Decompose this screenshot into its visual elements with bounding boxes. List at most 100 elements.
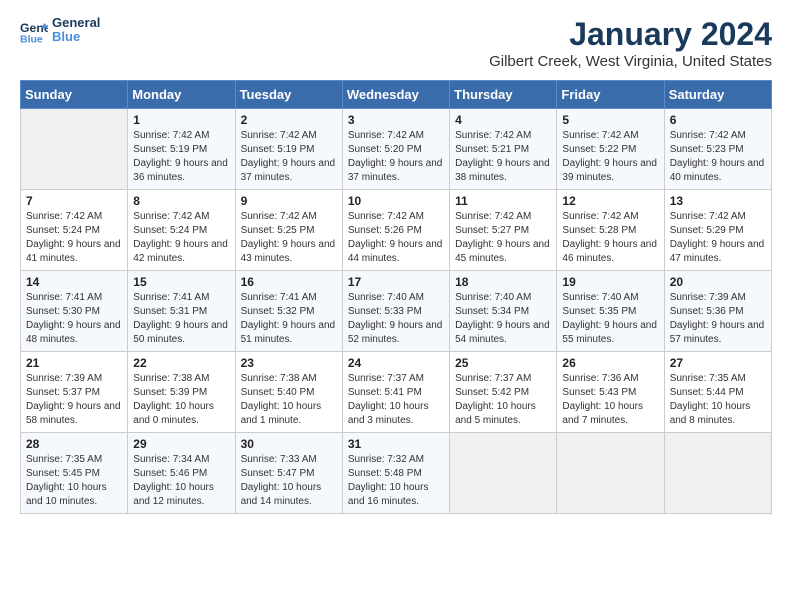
day-number: 12: [562, 194, 658, 208]
day-number: 15: [133, 275, 229, 289]
calendar-cell: 27 Sunrise: 7:35 AM Sunset: 5:44 PM Dayli…: [664, 352, 771, 433]
column-header-friday: Friday: [557, 81, 664, 109]
day-number: 16: [241, 275, 337, 289]
calendar-cell: [557, 433, 664, 514]
day-info: Sunrise: 7:35 AM Sunset: 5:44 PM Dayligh…: [670, 372, 766, 428]
calendar-cell: 2 Sunrise: 7:42 AM Sunset: 5:19 PM Daylig…: [235, 109, 342, 190]
logo-icon: General Blue: [20, 16, 48, 44]
day-info: Sunrise: 7:36 AM Sunset: 5:43 PM Dayligh…: [562, 372, 658, 428]
day-number: 19: [562, 275, 658, 289]
calendar-cell: 30Sunrise: 7:33 AM Sunset: 5:47 PM Dayli…: [235, 433, 342, 514]
calendar-cell: 12 Sunrise: 7:42 AM Sunset: 5:28 PM Dayli…: [557, 190, 664, 271]
calendar-cell: 21 Sunrise: 7:39 AM Sunset: 5:37 PM Dayli…: [21, 352, 128, 433]
calendar-cell: [450, 433, 557, 514]
day-number: 29: [133, 437, 229, 451]
day-info: Sunrise: 7:38 AM Sunset: 5:40 PM Dayligh…: [241, 372, 337, 428]
column-header-wednesday: Wednesday: [342, 81, 449, 109]
day-number: 30: [241, 437, 337, 451]
day-info: Sunrise: 7:41 AM Sunset: 5:31 PM Dayligh…: [133, 291, 229, 347]
day-info: Sunrise: 7:42 AM Sunset: 5:19 PM Dayligh…: [241, 129, 337, 185]
day-info: Sunrise: 7:40 AM Sunset: 5:33 PM Dayligh…: [348, 291, 444, 347]
day-number: 28: [26, 437, 122, 451]
header: General Blue General Blue January 2024 G…: [20, 16, 772, 70]
day-number: 27: [670, 356, 766, 370]
calendar-cell: 18Sunrise: 7:40 AM Sunset: 5:34 PM Dayli…: [450, 271, 557, 352]
day-info: Sunrise: 7:38 AM Sunset: 5:39 PM Dayligh…: [133, 372, 229, 428]
calendar-cell: 6 Sunrise: 7:42 AM Sunset: 5:23 PM Daylig…: [664, 109, 771, 190]
title-area: January 2024 Gilbert Creek, West Virgini…: [489, 16, 772, 70]
calendar-cell: 15 Sunrise: 7:41 AM Sunset: 5:31 PM Dayli…: [128, 271, 235, 352]
calendar-cell: 14 Sunrise: 7:41 AM Sunset: 5:30 PM Dayli…: [21, 271, 128, 352]
day-info: Sunrise: 7:40 AM Sunset: 5:34 PM Dayligh…: [455, 291, 551, 347]
calendar-cell: 11Sunrise: 7:42 AM Sunset: 5:27 PM Dayli…: [450, 190, 557, 271]
day-info: Sunrise: 7:42 AM Sunset: 5:27 PM Dayligh…: [455, 210, 551, 266]
day-info: Sunrise: 7:41 AM Sunset: 5:32 PM Dayligh…: [241, 291, 337, 347]
day-number: 21: [26, 356, 122, 370]
day-info: Sunrise: 7:37 AM Sunset: 5:42 PM Dayligh…: [455, 372, 551, 428]
day-info: Sunrise: 7:42 AM Sunset: 5:22 PM Dayligh…: [562, 129, 658, 185]
day-info: Sunrise: 7:42 AM Sunset: 5:23 PM Dayligh…: [670, 129, 766, 185]
calendar-cell: 28 Sunrise: 7:35 AM Sunset: 5:45 PM Dayli…: [21, 433, 128, 514]
day-number: 24: [348, 356, 444, 370]
day-number: 2: [241, 113, 337, 127]
calendar-cell: 1 Sunrise: 7:42 AM Sunset: 5:19 PM Daylig…: [128, 109, 235, 190]
calendar-cell: 29 Sunrise: 7:34 AM Sunset: 5:46 PM Dayli…: [128, 433, 235, 514]
calendar-cell: [21, 109, 128, 190]
calendar-cell: 19 Sunrise: 7:40 AM Sunset: 5:35 PM Dayli…: [557, 271, 664, 352]
day-info: Sunrise: 7:41 AM Sunset: 5:30 PM Dayligh…: [26, 291, 122, 347]
day-info: Sunrise: 7:42 AM Sunset: 5:24 PM Dayligh…: [26, 210, 122, 266]
day-number: 22: [133, 356, 229, 370]
day-info: Sunrise: 7:35 AM Sunset: 5:45 PM Dayligh…: [26, 453, 122, 509]
calendar-body: 1 Sunrise: 7:42 AM Sunset: 5:19 PM Daylig…: [21, 109, 772, 514]
calendar-week-5: 28 Sunrise: 7:35 AM Sunset: 5:45 PM Dayli…: [21, 433, 772, 514]
calendar-cell: 4Sunrise: 7:42 AM Sunset: 5:21 PM Daylig…: [450, 109, 557, 190]
calendar-cell: 7 Sunrise: 7:42 AM Sunset: 5:24 PM Daylig…: [21, 190, 128, 271]
calendar-cell: 17 Sunrise: 7:40 AM Sunset: 5:33 PM Dayli…: [342, 271, 449, 352]
column-header-sunday: Sunday: [21, 81, 128, 109]
day-number: 26: [562, 356, 658, 370]
day-number: 17: [348, 275, 444, 289]
calendar-cell: 31 Sunrise: 7:32 AM Sunset: 5:48 PM Dayli…: [342, 433, 449, 514]
day-number: 10: [348, 194, 444, 208]
calendar-cell: 20Sunrise: 7:39 AM Sunset: 5:36 PM Dayli…: [664, 271, 771, 352]
day-info: Sunrise: 7:34 AM Sunset: 5:46 PM Dayligh…: [133, 453, 229, 509]
calendar-cell: 9 Sunrise: 7:42 AM Sunset: 5:25 PM Daylig…: [235, 190, 342, 271]
calendar-cell: 22 Sunrise: 7:38 AM Sunset: 5:39 PM Dayli…: [128, 352, 235, 433]
calendar-cell: 24 Sunrise: 7:37 AM Sunset: 5:41 PM Dayli…: [342, 352, 449, 433]
day-info: Sunrise: 7:32 AM Sunset: 5:48 PM Dayligh…: [348, 453, 444, 509]
day-number: 13: [670, 194, 766, 208]
calendar-cell: 13 Sunrise: 7:42 AM Sunset: 5:29 PM Dayli…: [664, 190, 771, 271]
calendar-cell: 25Sunrise: 7:37 AM Sunset: 5:42 PM Dayli…: [450, 352, 557, 433]
day-number: 1: [133, 113, 229, 127]
calendar-cell: 8Sunrise: 7:42 AM Sunset: 5:24 PM Daylig…: [128, 190, 235, 271]
calendar-cell: 5Sunrise: 7:42 AM Sunset: 5:22 PM Daylig…: [557, 109, 664, 190]
day-number: 7: [26, 194, 122, 208]
day-info: Sunrise: 7:42 AM Sunset: 5:19 PM Dayligh…: [133, 129, 229, 185]
calendar-table: SundayMondayTuesdayWednesdayThursdayFrid…: [20, 80, 772, 514]
day-info: Sunrise: 7:39 AM Sunset: 5:37 PM Dayligh…: [26, 372, 122, 428]
day-number: 31: [348, 437, 444, 451]
column-header-tuesday: Tuesday: [235, 81, 342, 109]
logo-blue: Blue: [52, 30, 100, 44]
calendar-cell: [664, 433, 771, 514]
day-number: 4: [455, 113, 551, 127]
day-number: 20: [670, 275, 766, 289]
column-header-saturday: Saturday: [664, 81, 771, 109]
svg-text:Blue: Blue: [20, 34, 43, 45]
logo: General Blue General Blue: [20, 16, 100, 45]
day-info: Sunrise: 7:42 AM Sunset: 5:29 PM Dayligh…: [670, 210, 766, 266]
calendar-cell: 26 Sunrise: 7:36 AM Sunset: 5:43 PM Dayli…: [557, 352, 664, 433]
day-info: Sunrise: 7:37 AM Sunset: 5:41 PM Dayligh…: [348, 372, 444, 428]
day-number: 9: [241, 194, 337, 208]
column-header-monday: Monday: [128, 81, 235, 109]
calendar-cell: 16 Sunrise: 7:41 AM Sunset: 5:32 PM Dayli…: [235, 271, 342, 352]
day-number: 6: [670, 113, 766, 127]
day-number: 14: [26, 275, 122, 289]
calendar-title: January 2024: [489, 16, 772, 53]
calendar-subtitle: Gilbert Creek, West Virginia, United Sta…: [489, 53, 772, 70]
day-info: Sunrise: 7:40 AM Sunset: 5:35 PM Dayligh…: [562, 291, 658, 347]
calendar-week-2: 7 Sunrise: 7:42 AM Sunset: 5:24 PM Daylig…: [21, 190, 772, 271]
day-info: Sunrise: 7:42 AM Sunset: 5:25 PM Dayligh…: [241, 210, 337, 266]
calendar-cell: 10Sunrise: 7:42 AM Sunset: 5:26 PM Dayli…: [342, 190, 449, 271]
day-info: Sunrise: 7:42 AM Sunset: 5:28 PM Dayligh…: [562, 210, 658, 266]
